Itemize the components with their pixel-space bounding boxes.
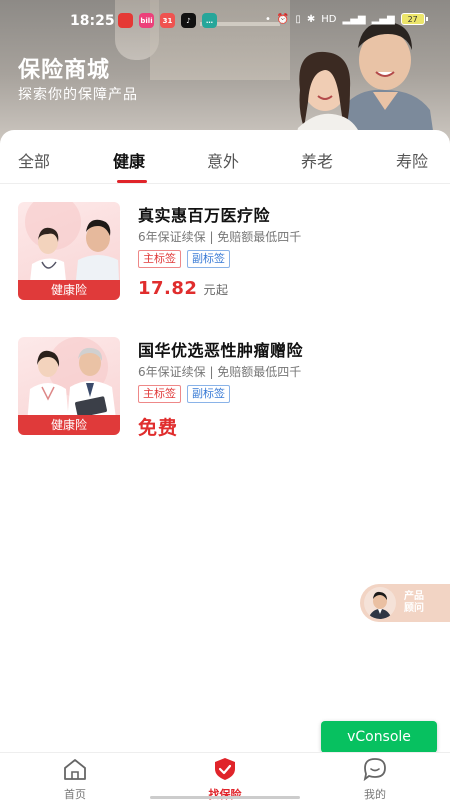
product-category-tag: 健康险	[18, 280, 120, 300]
dot-icon: •	[265, 13, 271, 25]
status-bar: 18:25 bili 31 ♪ … • ⏰ ▯ ✱ HD ▂▄▆ ▂▄▆ 27	[0, 10, 450, 34]
advisor-avatar	[364, 587, 396, 619]
app-pink-icon: bili	[139, 13, 154, 28]
product-description: 6年保证续保 | 免赔额最低四千	[138, 230, 302, 244]
advisor-label-line1: 产品	[404, 591, 424, 602]
product-price: 17.82 元起	[138, 278, 228, 299]
home-indicator[interactable]	[150, 796, 300, 799]
tab-health[interactable]: 健康	[113, 148, 145, 172]
chat-bubble-icon	[363, 758, 386, 782]
price-value: 17.82	[138, 278, 198, 299]
product-thumbnail: 健康险	[18, 337, 120, 435]
product-description: 6年保证续保 | 免赔额最低四千	[138, 365, 302, 379]
alarm-icon: ⏰	[276, 13, 290, 25]
product-free-label: 免费	[138, 417, 179, 439]
status-system-icons: • ⏰ ▯ ✱ HD ▂▄▆ ▂▄▆ 27	[265, 13, 428, 25]
signal-icon: ▂▄▆	[342, 13, 366, 25]
product-title: 国华优选恶性肿瘤赠险	[138, 341, 304, 360]
status-time: 18:25	[70, 13, 115, 29]
tiktok-icon: ♪	[181, 13, 196, 28]
hd-icon: HD	[321, 13, 337, 25]
tab-pension[interactable]: 养老	[301, 148, 333, 172]
nav-mine[interactable]: 我的	[345, 757, 405, 800]
page-subtitle: 探索你的保障产品	[18, 87, 138, 103]
nav-find-insurance[interactable]: 找保险	[195, 757, 255, 800]
tab-all[interactable]: 全部	[18, 148, 50, 172]
bottom-navigation: 首页 找保险 我的	[0, 752, 450, 800]
message-icon: …	[202, 13, 217, 28]
product-tags: 主标签 副标签	[138, 250, 230, 268]
product-card[interactable]: 健康险 真实惠百万医疗险 6年保证续保 | 免赔额最低四千 主标签 副标签 17…	[0, 202, 450, 312]
app-red-icon	[118, 13, 133, 28]
sub-tag: 副标签	[187, 385, 230, 403]
active-tab-indicator	[117, 180, 147, 183]
battery-level: 27	[407, 14, 418, 24]
shield-check-icon	[215, 758, 235, 780]
product-thumbnail: 健康险	[18, 202, 120, 300]
home-icon	[64, 759, 86, 780]
product-title: 真实惠百万医疗险	[138, 206, 271, 225]
signal-4g-icon: ▂▄▆	[371, 13, 395, 25]
page-title: 保险商城	[18, 58, 111, 83]
advisor-label-line2: 顾问	[404, 603, 424, 614]
nav-mine-label: 我的	[364, 788, 386, 800]
product-card[interactable]: 健康险 国华优选恶性肿瘤赠险 6年保证续保 | 免赔额最低四千 主标签 副标签 …	[0, 337, 450, 447]
category-tabs: 全部 健康 意外 养老 寿险	[0, 130, 450, 184]
main-content: 全部 健康 意外 养老 寿险 健康险 真实惠百万医疗险 6年保证续保 | 免赔额…	[0, 130, 450, 800]
tab-accident[interactable]: 意外	[207, 148, 239, 172]
nav-home[interactable]: 首页	[45, 757, 105, 800]
calendar-icon: 31	[160, 13, 175, 28]
vibrate-icon: ▯	[295, 13, 301, 25]
status-app-icons: bili 31 ♪ …	[118, 13, 217, 28]
vconsole-button[interactable]: vConsole	[321, 721, 437, 753]
product-tags: 主标签 副标签	[138, 385, 230, 403]
main-tag: 主标签	[138, 250, 181, 268]
nav-home-label: 首页	[64, 788, 86, 800]
advisor-avatar-icon	[368, 591, 392, 619]
battery-icon: 27	[400, 13, 428, 25]
main-tag: 主标签	[138, 385, 181, 403]
product-advisor-button[interactable]: 产品 顾问	[360, 584, 450, 622]
product-category-tag: 健康险	[18, 415, 120, 435]
sub-tag: 副标签	[187, 250, 230, 268]
tab-life[interactable]: 寿险	[396, 148, 428, 172]
advisor-label: 产品 顾问	[404, 591, 424, 615]
price-unit: 元起	[203, 283, 229, 297]
bluetooth-icon: ✱	[306, 13, 316, 25]
